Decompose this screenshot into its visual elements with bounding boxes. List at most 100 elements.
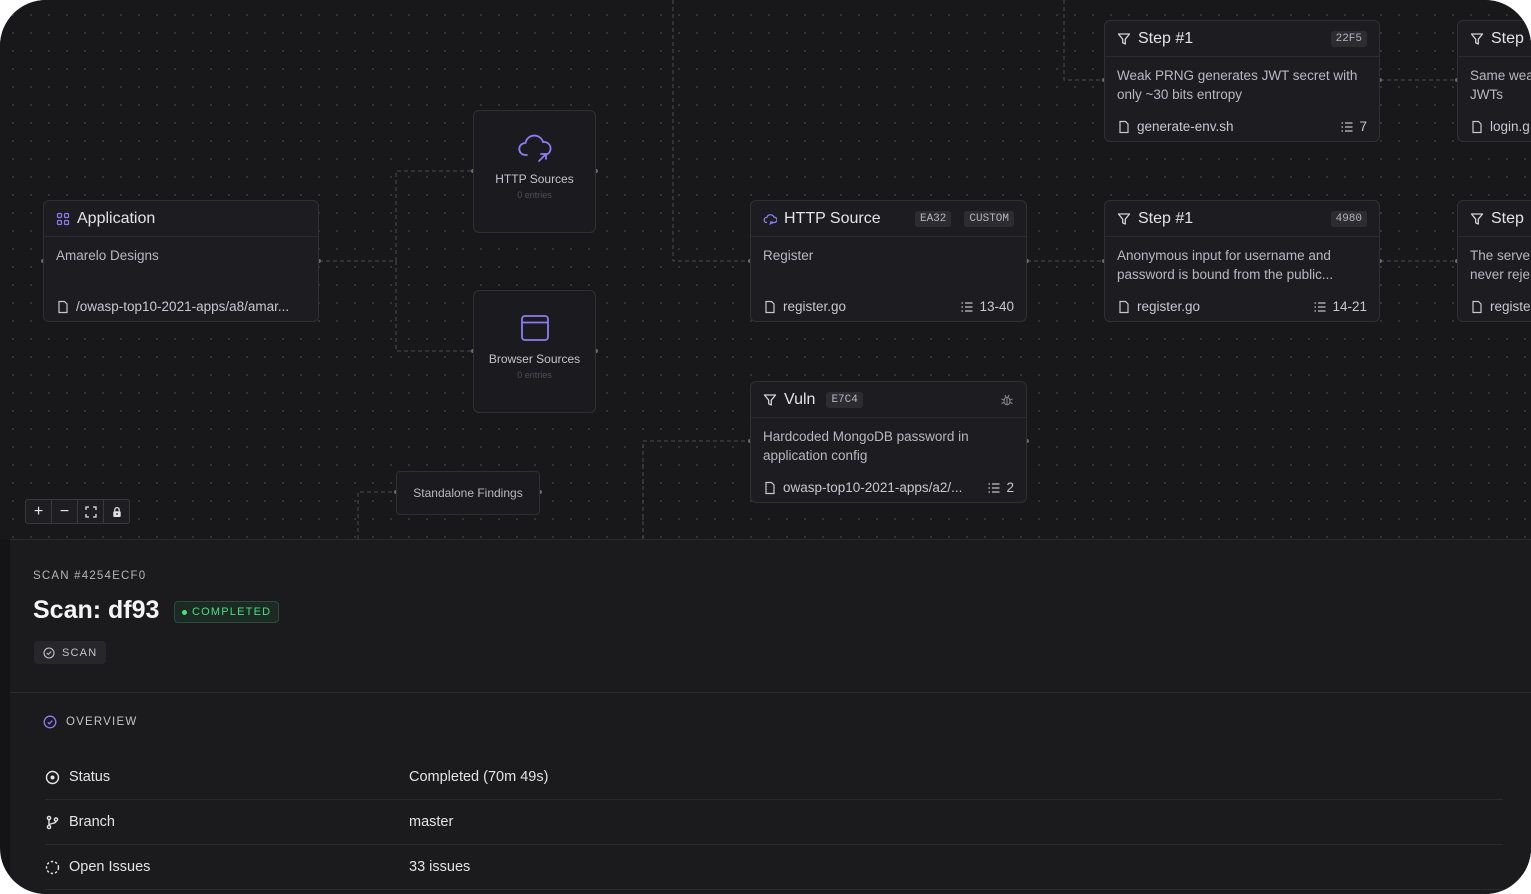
git-branch-icon xyxy=(46,815,59,829)
status-dot-icon xyxy=(182,609,187,615)
step-top-desc-1: Weak PRNG generates JWT secret with xyxy=(1117,68,1358,83)
canvas-controls: + − xyxy=(25,499,130,524)
step-top-title: Step #1 xyxy=(1138,29,1194,47)
step-mid-lines: 14-21 xyxy=(1332,299,1367,314)
cloud-icon xyxy=(763,213,777,225)
browser-sources-count: 0 entries xyxy=(517,370,552,380)
http-source-title: HTTP Source xyxy=(784,209,881,227)
http-sources-label: HTTP Sources xyxy=(495,172,574,186)
step-top-right-desc-1: Same wea xyxy=(1470,68,1531,83)
scan-type-chip[interactable]: SCAN xyxy=(34,641,107,664)
http-source-node[interactable]: HTTP Source EA32 CUSTOM Register registe… xyxy=(750,200,1027,322)
standalone-findings-node[interactable]: Standalone Findings xyxy=(396,471,540,515)
overview-clock-icon xyxy=(43,715,57,729)
http-sources-node[interactable]: HTTP Sources 0 entries xyxy=(473,110,596,233)
list-lines-icon xyxy=(1314,301,1326,312)
filter-icon xyxy=(1470,32,1484,45)
status-key: Status xyxy=(69,769,111,785)
scan-target-icon xyxy=(43,646,55,659)
lock-icon xyxy=(112,506,121,517)
filter-icon xyxy=(763,393,777,406)
file-icon xyxy=(1472,300,1482,313)
http-source-type-badge: CUSTOM xyxy=(964,210,1014,227)
filter-icon xyxy=(1117,212,1131,225)
panel-divider xyxy=(10,692,1531,693)
file-icon xyxy=(1119,120,1129,133)
list-lines-icon xyxy=(988,482,1000,493)
filter-icon xyxy=(1470,212,1484,225)
step-top-right-file: login.g xyxy=(1490,119,1530,134)
status-badge: COMPLETED xyxy=(174,601,280,623)
step-mid-title: Step #1 xyxy=(1138,209,1194,227)
browser-sources-node[interactable]: Browser Sources 0 entries xyxy=(473,290,596,413)
status-row: Status Completed (70m 49s) xyxy=(45,755,1503,800)
open-issues-key: Open Issues xyxy=(69,859,151,875)
application-file: /owasp-top10-2021-apps/a8/amar... xyxy=(76,299,290,314)
file-icon xyxy=(1472,120,1482,133)
step-top-file: generate-env.sh xyxy=(1137,119,1234,134)
scan-title: Scan: df93 xyxy=(33,596,160,624)
step-mid-right-title: Step xyxy=(1491,209,1524,227)
grid-apps-icon xyxy=(56,212,70,225)
step-mid-right-file: registe xyxy=(1490,299,1531,314)
vuln-badge: E7C4 xyxy=(826,391,863,408)
zoom-out-button[interactable]: − xyxy=(52,500,78,523)
step-node-mid[interactable]: Step #1 4980 Anonymous input for usernam… xyxy=(1104,200,1380,322)
overview-label: OVERVIEW xyxy=(66,716,138,728)
step-mid-right-desc-1: The serve xyxy=(1470,248,1531,263)
app-window: Application Amarelo Designs /owasp-top10… xyxy=(0,0,1531,894)
step-mid-desc-2: password is bound from the public... xyxy=(1117,267,1334,282)
file-icon xyxy=(58,300,68,313)
zoom-in-button[interactable]: + xyxy=(26,500,52,523)
bug-icon xyxy=(1001,394,1013,405)
step-mid-file: register.go xyxy=(1137,299,1201,314)
step-top-badge: 22F5 xyxy=(1330,30,1367,47)
vuln-node[interactable]: Vuln E7C4 Hardcoded MongoDB password in … xyxy=(750,381,1027,503)
branch-key: Branch xyxy=(69,814,115,830)
status-circle-icon xyxy=(45,770,60,784)
scan-details-panel: SCAN #4254ECF0 Scan: df93 COMPLETED SCAN… xyxy=(10,539,1531,894)
step-node-top-right[interactable]: Step Same wea JWTs login.g xyxy=(1457,20,1531,142)
filter-icon xyxy=(1117,32,1131,45)
file-icon xyxy=(765,481,775,494)
browser-window-icon xyxy=(520,315,549,341)
vuln-desc-1: Hardcoded MongoDB password in xyxy=(763,429,969,444)
application-node[interactable]: Application Amarelo Designs /owasp-top10… xyxy=(43,200,319,322)
step-top-lines: 7 xyxy=(1359,119,1367,134)
branch-value: master xyxy=(409,814,454,830)
vuln-lines: 2 xyxy=(1006,480,1014,495)
flow-canvas[interactable]: Application Amarelo Designs /owasp-top10… xyxy=(0,0,1531,539)
open-issues-value: 33 issues xyxy=(409,859,471,875)
vuln-file: owasp-top10-2021-apps/a2/... xyxy=(783,480,963,495)
issues-dashed-circle-icon xyxy=(45,860,60,874)
fit-view-button[interactable] xyxy=(78,500,104,523)
branch-row: Branch master xyxy=(45,800,1503,845)
list-lines-icon xyxy=(961,301,973,312)
step-top-right-desc-2: JWTs xyxy=(1470,87,1503,102)
http-source-file: register.go xyxy=(783,299,847,314)
http-source-lines: 13-40 xyxy=(979,299,1014,314)
status-badge-label: COMPLETED xyxy=(192,606,272,618)
http-source-desc: Register xyxy=(763,248,814,263)
application-title: Application xyxy=(77,209,156,227)
standalone-findings-label: Standalone Findings xyxy=(413,486,523,500)
list-lines-icon xyxy=(1341,121,1353,132)
scan-id: SCAN #4254ECF0 xyxy=(33,570,147,582)
step-mid-badge: 4980 xyxy=(1330,210,1367,227)
lock-button[interactable] xyxy=(104,500,129,523)
http-sources-count: 0 entries xyxy=(517,190,552,200)
vuln-desc-2: application config xyxy=(763,448,868,463)
browser-sources-label: Browser Sources xyxy=(488,352,581,366)
cloud-upload-icon xyxy=(517,134,551,162)
step-mid-right-desc-2: never reje xyxy=(1470,267,1531,282)
step-node-mid-right[interactable]: Step The serve never reje registe xyxy=(1457,200,1531,322)
http-source-id-badge: EA32 xyxy=(914,210,952,227)
step-node-top[interactable]: Step #1 22F5 Weak PRNG generates JWT sec… xyxy=(1104,20,1380,142)
file-icon xyxy=(765,300,775,313)
step-top-right-title: Step xyxy=(1491,29,1524,47)
overview-header: OVERVIEW xyxy=(43,715,137,729)
scan-type-label: SCAN xyxy=(62,646,98,659)
application-name: Amarelo Designs xyxy=(56,248,159,263)
file-icon xyxy=(1119,300,1129,313)
vuln-title: Vuln xyxy=(784,390,816,408)
